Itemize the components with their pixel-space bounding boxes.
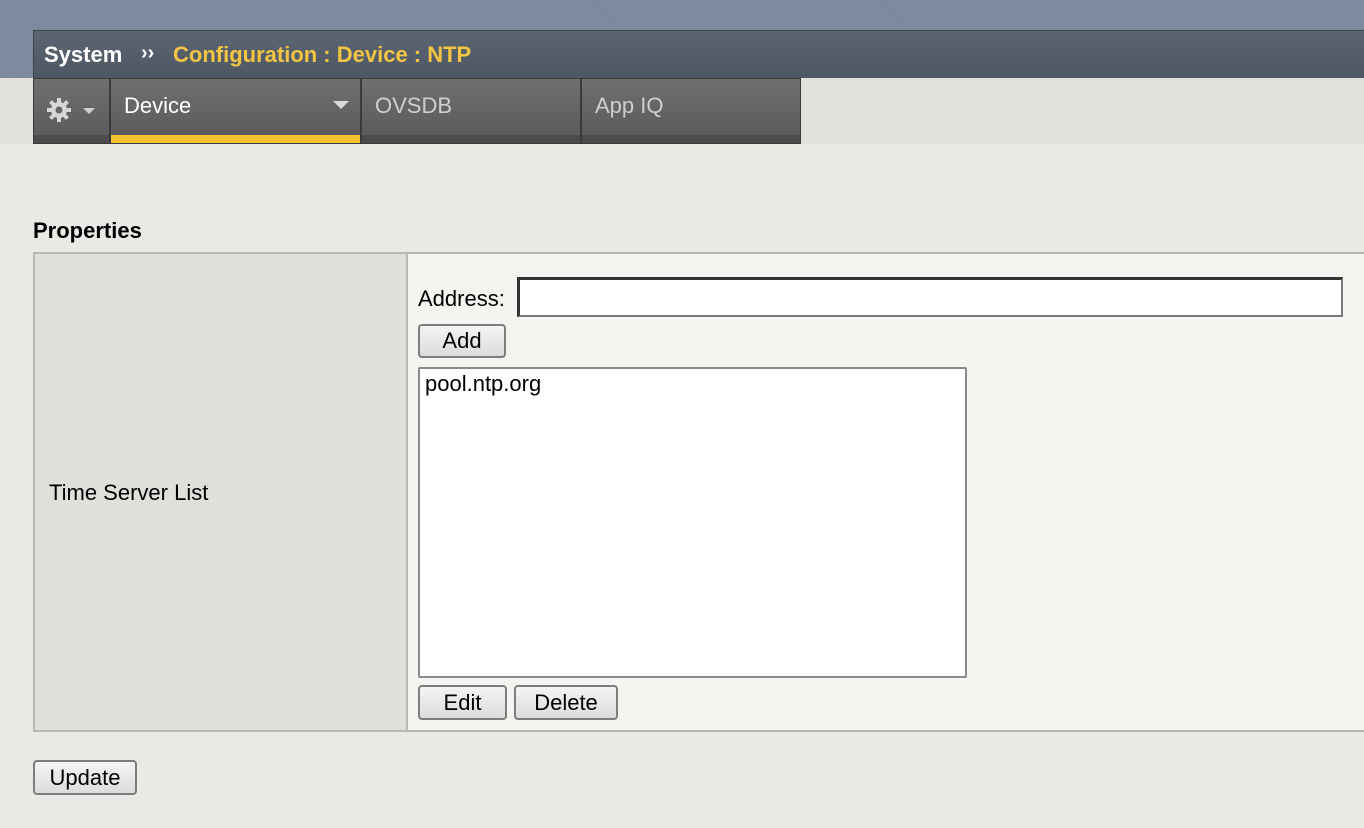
time-server-listbox[interactable]: pool.ntp.org (418, 367, 967, 678)
properties-table: Time Server List Address: Add pool.ntp.o… (33, 252, 1364, 732)
breadcrumb-root[interactable]: System (44, 42, 122, 68)
page-title: Configuration : Device : NTP (173, 42, 472, 67)
delete-button[interactable]: Delete (514, 685, 618, 720)
tab-shadow (34, 135, 109, 143)
row-label-cell: Time Server List (35, 254, 408, 730)
tab-app-iq[interactable]: App IQ (581, 78, 801, 144)
edit-button[interactable]: Edit (418, 685, 507, 720)
tab-label: OVSDB (375, 93, 453, 118)
time-server-list-label: Time Server List (49, 480, 209, 505)
update-button[interactable]: Update (33, 760, 137, 795)
gear-icon (47, 98, 71, 122)
address-input[interactable] (517, 277, 1343, 317)
tab-shadow (582, 135, 800, 143)
add-button[interactable]: Add (418, 324, 506, 358)
breadcrumb-separator: ›› (141, 42, 155, 64)
address-label: Address: (418, 286, 505, 311)
tab-bar: Device OVSDB App IQ (0, 78, 1364, 144)
breadcrumb: System ›› Configuration : Device : NTP (33, 30, 1364, 78)
tab-device[interactable]: Device (110, 78, 361, 144)
tab-label: Device (124, 93, 192, 118)
list-item[interactable]: pool.ntp.org (425, 371, 541, 397)
tab-label: App IQ (595, 93, 664, 118)
tab-shadow (362, 135, 580, 143)
chevron-down-icon (83, 108, 95, 114)
section-title: Properties (33, 218, 142, 243)
tab-ovsdb[interactable]: OVSDB (361, 78, 581, 144)
chevron-down-icon[interactable] (333, 101, 349, 109)
active-tab-indicator (111, 135, 360, 143)
settings-menu-button[interactable] (33, 78, 110, 144)
